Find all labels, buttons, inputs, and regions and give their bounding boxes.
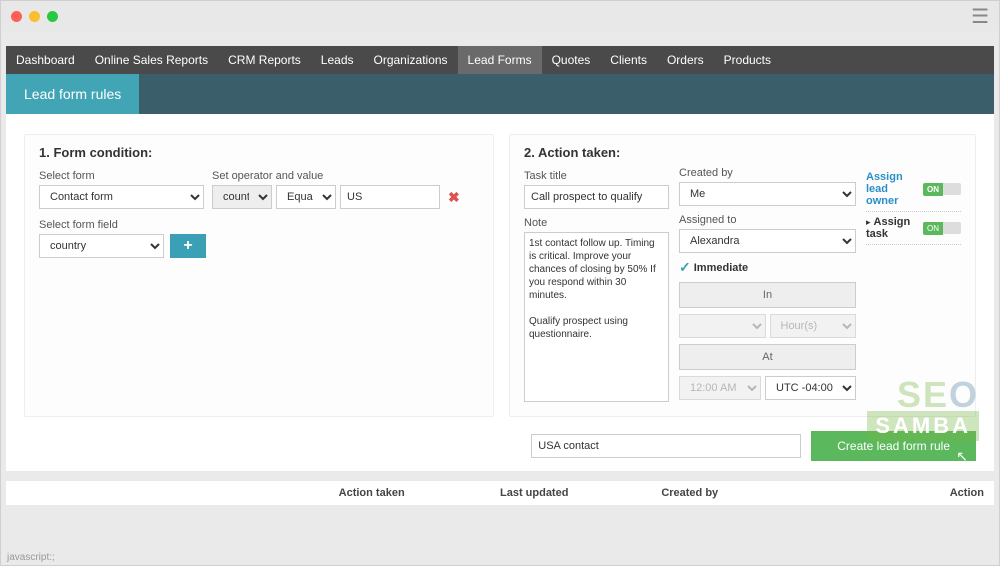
th-blank1 [16,487,177,499]
operator-field-dropdown[interactable]: country [212,185,272,209]
at-button[interactable]: At [679,344,856,370]
task-title-input[interactable] [524,185,669,209]
nav-leads[interactable]: Leads [311,46,364,74]
rules-table-header: Action taken Last updated Created by Act… [6,481,994,505]
rule-name-input[interactable] [531,434,801,458]
created-by-dropdown[interactable]: Me [679,182,856,206]
window-titlebar: ☰ [1,1,999,31]
cursor-pointer-icon: ↖ [956,448,968,465]
nav-products[interactable]: Products [714,46,781,74]
assign-task-toggle[interactable]: ON [923,222,961,235]
nav-dashboard[interactable]: Dashboard [6,46,85,74]
create-lead-form-rule-button[interactable]: Create lead form rule ↖ [811,431,976,461]
th-created-by: Created by [661,487,822,499]
status-line: javascript:; [7,552,55,563]
nav-lead-forms[interactable]: Lead Forms [458,46,542,74]
note-textarea[interactable]: 1st contact follow up. Timing is critica… [524,232,669,402]
nav-crm-reports[interactable]: CRM Reports [218,46,311,74]
select-form-field-label: Select form field [39,219,206,231]
close-window-icon[interactable] [11,11,22,22]
select-form-field-dropdown[interactable]: country [39,234,164,258]
section2-title: 2. Action taken: [524,145,669,160]
th-blank2 [177,487,338,499]
remove-condition-icon[interactable]: ✖ [444,189,464,206]
operator-type-dropdown[interactable]: Equal [276,185,336,209]
page-title: Lead form rules [6,74,139,114]
immediate-checkbox[interactable]: ✓ Immediate [679,259,856,276]
th-action-taken: Action taken [339,487,500,499]
timezone-dropdown[interactable]: UTC -04:00 [765,376,856,400]
main-nav: Dashboard Online Sales Reports CRM Repor… [6,46,994,74]
th-action: Action [823,487,984,499]
time-dropdown[interactable]: 12:00 AM [679,376,761,400]
operator-value-input[interactable] [340,185,440,209]
check-icon: ✓ [679,259,691,276]
assign-lead-owner-option[interactable]: Assign lead owner ON [866,167,961,212]
task-title-label: Task title [524,170,669,182]
in-button[interactable]: In [679,282,856,308]
th-last-updated: Last updated [500,487,661,499]
add-condition-button[interactable] [170,234,206,258]
nav-online-sales-reports[interactable]: Online Sales Reports [85,46,218,74]
note-label: Note [524,217,669,229]
triangle-right-icon: ▸ [866,217,871,227]
subheader: Lead form rules [6,74,994,114]
hamburger-menu-icon[interactable]: ☰ [971,4,989,29]
nav-organizations[interactable]: Organizations [364,46,458,74]
assigned-to-dropdown[interactable]: Alexandra [679,229,856,253]
created-by-label: Created by [679,167,856,179]
form-condition-panel: 1. Form condition: Select form Contact f… [24,134,494,417]
duration-value-dropdown[interactable] [679,314,766,338]
maximize-window-icon[interactable] [47,11,58,22]
assign-owner-toggle[interactable]: ON [923,183,961,196]
nav-orders[interactable]: Orders [657,46,714,74]
set-operator-label: Set operator and value [212,170,464,182]
duration-unit-dropdown[interactable]: Hour(s) [770,314,857,338]
select-form-dropdown[interactable]: Contact form [39,185,204,209]
section1-title: 1. Form condition: [39,145,479,160]
select-form-label: Select form [39,170,204,182]
nav-clients[interactable]: Clients [600,46,657,74]
assign-task-option[interactable]: ▸Assign task ON [866,212,961,245]
minimize-window-icon[interactable] [29,11,40,22]
assigned-to-label: Assigned to [679,214,856,226]
nav-quotes[interactable]: Quotes [542,46,601,74]
action-taken-panel: 2. Action taken: Task title Note 1st con… [509,134,976,417]
